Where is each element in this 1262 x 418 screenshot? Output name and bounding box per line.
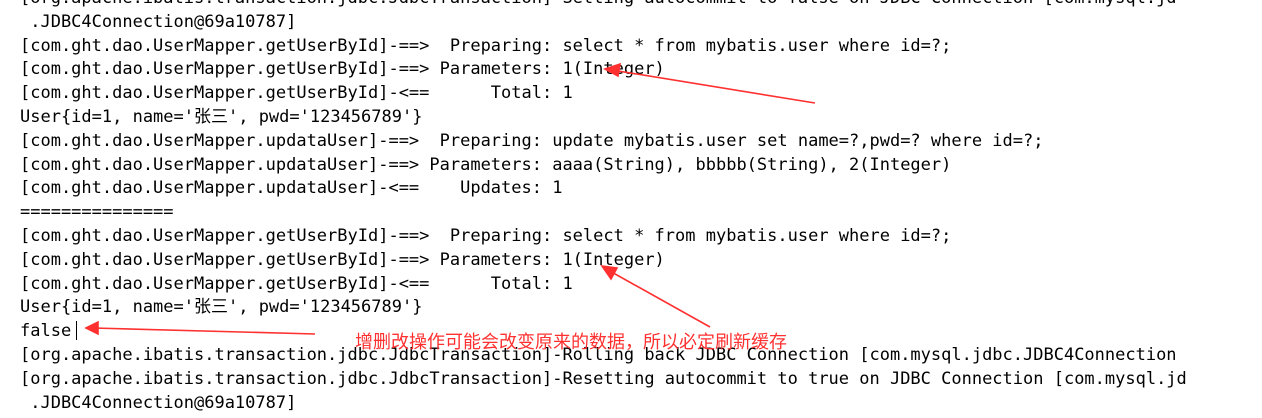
- text-cursor: [76, 321, 77, 340]
- log-line: .JDBC4Connection@69a10787]: [20, 392, 297, 413]
- log-line: [com.ght.dao.UserMapper.getUserById]-<==…: [20, 273, 573, 294]
- log-line: [com.ght.dao.UserMapper.getUserById]-==>…: [20, 225, 952, 246]
- log-line: [com.ght.dao.UserMapper.getUserById]-==>…: [20, 35, 952, 56]
- log-line: User{id=1, name='张三', pwd='123456789'}: [20, 297, 423, 318]
- log-line: [org.apache.ibatis.transaction.jdbc.Jdbc…: [20, 368, 1187, 389]
- log-line: [com.ght.dao.UserMapper.getUserById]-==>…: [20, 249, 665, 270]
- console-output[interactable]: [org.apache.ibatis.transaction.jdbc.Jdbc…: [20, 0, 1262, 418]
- log-line: [com.ght.dao.UserMapper.updataUser]-<== …: [20, 178, 563, 199]
- log-line: User{id=1, name='张三', pwd='123456789'}: [20, 106, 423, 127]
- log-line: [com.ght.dao.UserMapper.updataUser]-==> …: [20, 130, 1044, 151]
- log-line: [com.ght.dao.UserMapper.updataUser]-==> …: [20, 154, 952, 175]
- annotation-text: 增删改操作可能会改变原来的数据，所以必定刷新缓存: [355, 332, 787, 353]
- log-line: [com.ght.dao.UserMapper.getUserById]-==>…: [20, 59, 665, 80]
- log-line: .JDBC4Connection@69a10787]: [20, 11, 297, 32]
- separator-line: ===============: [20, 202, 174, 223]
- log-line: [com.ght.dao.UserMapper.getUserById]-<==…: [20, 83, 573, 104]
- log-line: [org.apache.ibatis.transaction.jdbc.Jdbc…: [20, 0, 1262, 11]
